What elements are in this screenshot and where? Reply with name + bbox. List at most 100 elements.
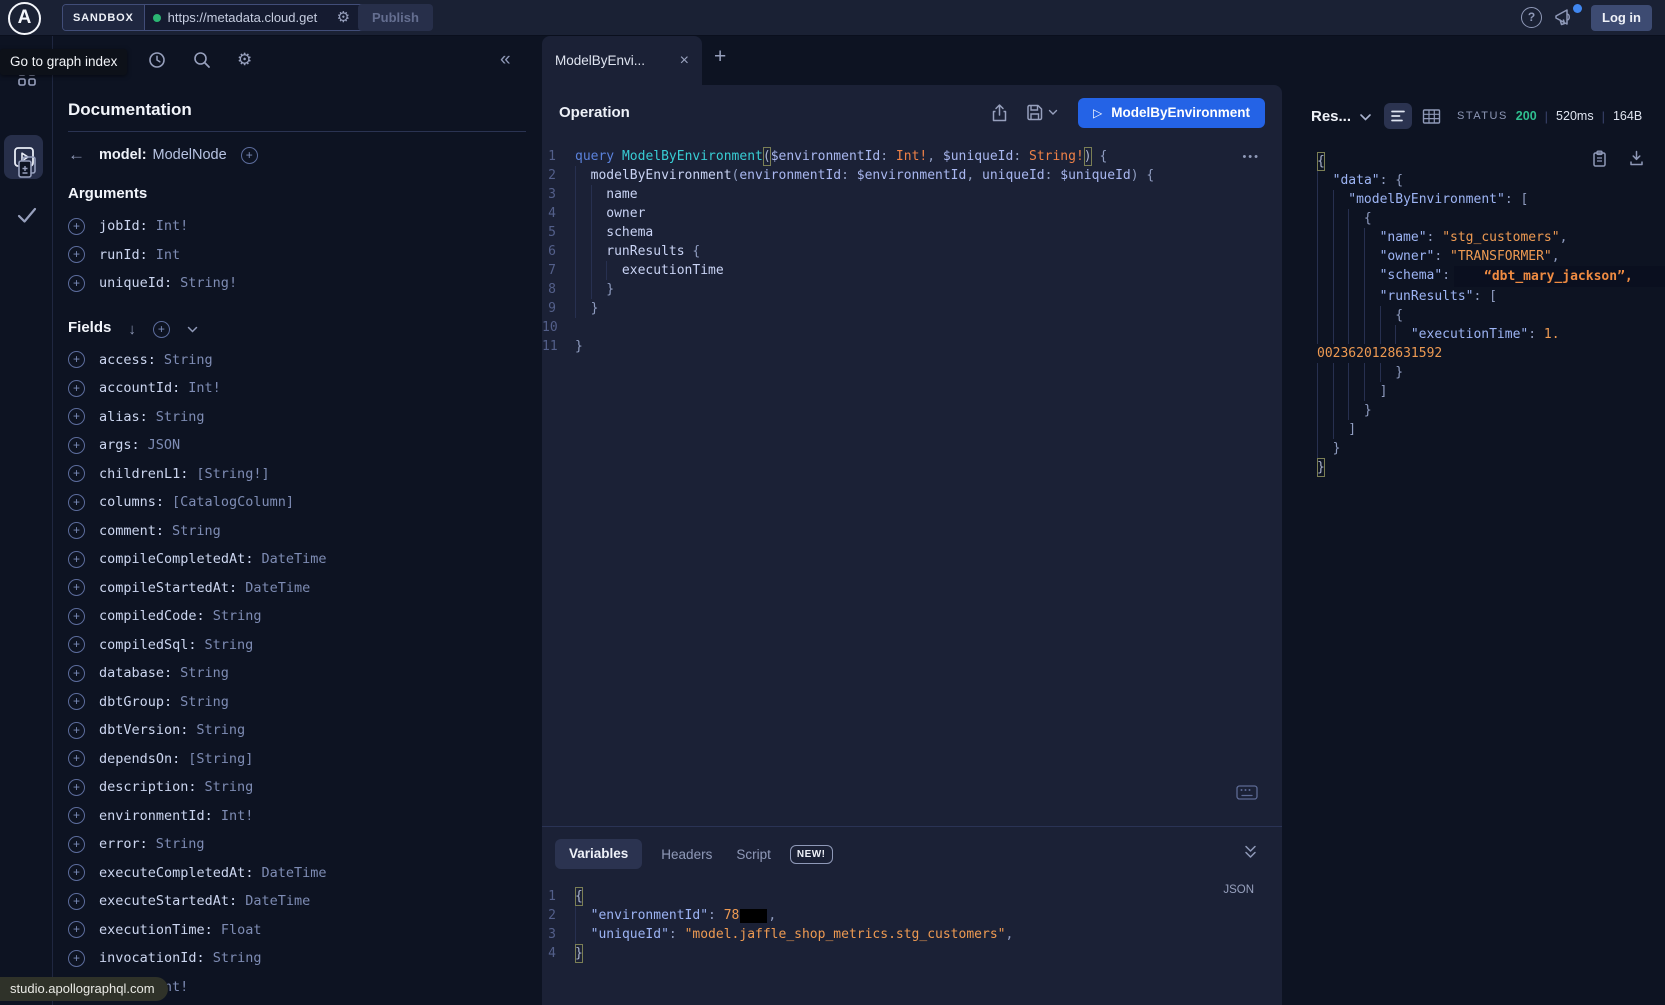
field-row[interactable]: executeStartedAt DateTime [68,887,532,916]
add-field-icon[interactable] [68,807,85,824]
field-row[interactable]: materializedType String [68,1001,532,1005]
new-tab-button[interactable]: + [714,45,726,69]
settings-gear-icon[interactable]: ⚙ [237,50,252,70]
code-line[interactable]: } [1317,439,1665,458]
field-type[interactable]: [String] [188,751,253,767]
field-type[interactable]: DateTime [245,893,310,909]
field-row[interactable]: access String [68,346,532,375]
save-menu-chevron-icon[interactable] [1048,109,1058,116]
field-name[interactable]: comment [99,523,164,539]
field-type[interactable]: String [196,722,245,738]
field-row[interactable]: alias String [68,403,532,432]
field-name[interactable]: database [99,665,172,681]
field-name[interactable]: compileCompletedAt [99,551,253,567]
schema-diff-nav-button[interactable] [0,154,53,180]
add-field-icon[interactable] [68,494,85,511]
breadcrumb-type-link[interactable]: ModelNode [153,147,227,163]
field-type[interactable]: Int! [221,808,254,824]
field-type[interactable]: String [213,608,262,624]
field-name[interactable]: description [99,779,197,795]
add-field-icon[interactable] [68,722,85,739]
field-row[interactable]: dbtVersion String [68,716,532,745]
share-icon[interactable] [990,103,1009,123]
argument-name[interactable]: uniqueId [99,275,172,291]
field-name[interactable]: executeStartedAt [99,893,237,909]
field-row[interactable]: description String [68,773,532,802]
field-name[interactable]: compileStartedAt [99,580,237,596]
field-type[interactable]: DateTime [261,865,326,881]
checks-nav-button[interactable] [0,204,53,226]
code-line[interactable]: } [1317,401,1665,420]
sandbox-badge[interactable]: SANDBOX [63,5,145,30]
response-dropdown[interactable]: Res... [1311,108,1351,125]
field-row[interactable]: compileCompletedAt DateTime [68,545,532,574]
add-field-icon[interactable] [68,351,85,368]
field-row[interactable]: comment String [68,517,532,546]
argument-name[interactable]: jobId [99,218,148,234]
search-icon[interactable] [192,50,212,70]
add-field-icon[interactable] [68,693,85,710]
response-dropdown-chevron-icon[interactable] [1359,113,1372,122]
field-name[interactable]: environmentId [99,808,213,824]
close-tab-icon[interactable]: × [680,52,689,70]
chevron-down-icon[interactable] [187,326,198,334]
publish-button[interactable]: Publish [358,4,433,31]
code-line[interactable]: 1query ModelByEnvironment($environmentId… [542,147,1282,166]
field-type[interactable]: Float [221,922,262,938]
field-row[interactable]: args JSON [68,431,532,460]
field-name[interactable]: executionTime [99,922,213,938]
add-field-icon[interactable] [68,921,85,938]
code-line[interactable]: 1{ [542,887,1013,906]
argument-name[interactable]: runId [99,247,148,263]
field-type[interactable]: DateTime [261,551,326,567]
field-name[interactable]: columns [99,494,164,510]
collapse-section-chevrons-icon[interactable] [1243,844,1258,860]
field-name[interactable]: error [99,836,148,852]
operation-tab[interactable]: ModelByEnvi... × [542,36,702,85]
tab-headers[interactable]: Headers [656,847,717,862]
code-line[interactable]: 10 [542,318,1282,337]
code-line[interactable]: { [1317,152,1665,171]
field-type[interactable]: Int! [188,380,221,396]
code-line[interactable]: 4owner [542,204,1282,223]
code-line[interactable]: 3name [542,185,1282,204]
argument-type[interactable]: Int [156,247,180,263]
code-line[interactable]: 3"uniqueId": "model.jaffle_shop_metrics.… [542,925,1013,944]
field-row[interactable]: accountId Int! [68,374,532,403]
field-type[interactable]: String [180,665,229,681]
field-type[interactable]: String [156,409,205,425]
code-line[interactable]: 2"environmentId": 78, [542,906,1013,925]
add-field-icon[interactable] [68,522,85,539]
field-name[interactable]: dbtGroup [99,694,172,710]
field-type[interactable]: String [213,950,262,966]
add-field-icon[interactable] [68,465,85,482]
keyboard-shortcuts-icon[interactable] [1236,785,1258,800]
field-row[interactable]: environmentId Int! [68,802,532,831]
collapse-panel-icon[interactable]: « [500,49,511,71]
code-line[interactable]: 6runResults { [542,242,1282,261]
tab-script[interactable]: Script [731,847,776,862]
argument-row[interactable]: jobId Int! [68,212,532,241]
field-name[interactable]: invocationId [99,950,205,966]
add-all-fields-icon[interactable] [153,321,170,338]
add-field-icon[interactable] [68,437,85,454]
code-line[interactable]: 11} [542,337,1282,356]
field-row[interactable]: database String [68,659,532,688]
field-type[interactable]: String [180,694,229,710]
history-icon[interactable] [147,50,167,70]
code-line[interactable]: 5schema [542,223,1282,242]
run-operation-button[interactable]: ▷ ModelByEnvironment [1078,98,1265,128]
operation-code[interactable]: 1query ModelByEnvironment($environmentId… [542,147,1282,356]
field-row[interactable]: error String [68,830,532,859]
add-field-icon[interactable] [68,836,85,853]
login-button[interactable]: Log in [1591,5,1652,31]
code-line[interactable]: 9} [542,299,1282,318]
field-name[interactable]: accountId [99,380,180,396]
argument-row[interactable]: runId Int [68,241,532,270]
argument-row[interactable]: uniqueId String! [68,269,532,298]
endpoint-url-field[interactable]: https://metadata.cloud.get ⚙ [145,5,371,30]
field-row[interactable]: invocationId String [68,944,532,973]
field-row[interactable]: compiledSql String [68,631,532,660]
field-name[interactable]: args [99,437,140,453]
field-name[interactable]: dbtVersion [99,722,188,738]
